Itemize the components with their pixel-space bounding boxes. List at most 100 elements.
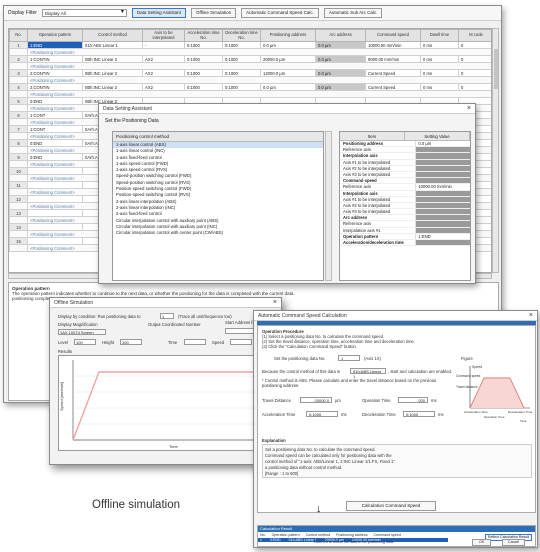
setting-value[interactable] (415, 209, 470, 215)
cell-dec[interactable]: 0:1000 (222, 55, 261, 63)
calculation-command-speed-button[interactable]: Calculation Command Speed (346, 501, 436, 511)
cell-no[interactable]: 3 (9, 69, 28, 77)
positioning-comment[interactable]: <Positioning Comment> (27, 76, 491, 84)
setting-value[interactable] (415, 178, 470, 184)
cell-pattern[interactable]: 2:CONTIN (27, 69, 83, 77)
cell-addr[interactable]: 0.0 µm (260, 41, 316, 49)
acceleration-time-select[interactable]: 0:1000 (306, 411, 338, 417)
cell-no[interactable]: 15 (9, 237, 28, 245)
cell-acc[interactable]: 0:1000 (184, 69, 223, 77)
cell-mcode[interactable]: 0 (458, 55, 491, 63)
cell-acc[interactable]: 0:1000 (184, 83, 223, 91)
setting-value[interactable] (415, 147, 470, 153)
cell-pattern[interactable]: 1:CONT (27, 111, 83, 119)
cell-no[interactable]: 4 (9, 83, 28, 91)
table-vertical-scrollbar[interactable] (492, 28, 499, 273)
cell-addr[interactable]: 20000.0 µm (260, 55, 316, 63)
cell-pattern[interactable] (27, 209, 83, 217)
cell-pattern[interactable] (27, 181, 83, 189)
offline-simulation-button[interactable]: Offline Simulation (190, 8, 237, 18)
cell-mcode[interactable]: 0 (458, 41, 491, 49)
setting-value[interactable] (415, 196, 470, 202)
cell-addr[interactable]: 0.0 µm (260, 83, 316, 91)
setting-value[interactable] (415, 215, 470, 221)
cell-dec[interactable]: 0:1000 (222, 41, 261, 49)
positioning-comment[interactable]: <Positioning Comment> (27, 62, 491, 70)
cell-arc[interactable]: 0.0 µm (315, 55, 366, 63)
cell-pattern[interactable]: 1:CONT (27, 125, 83, 133)
cancel-button[interactable]: Cancel (502, 539, 526, 546)
cell-speed[interactable]: 9000.00 mm/min (365, 55, 421, 63)
cell-dec[interactable]: 0:1000 (222, 69, 261, 77)
cell-dwell[interactable]: 0 ms (420, 83, 459, 91)
setting-value[interactable] (415, 153, 470, 159)
osim-time-input[interactable] (184, 339, 206, 345)
control-method-list[interactable]: Positioning control method 1-axis linear… (112, 131, 324, 281)
cell-dec[interactable]: 0:1000 (222, 83, 261, 91)
cell-method[interactable]: 0Bh:INC Linear 2 (82, 69, 143, 77)
cell-no[interactable]: 10 (9, 167, 28, 175)
table-row[interactable]: 4 2:CONTIN 0Bh:INC Linear 2 AX2 0:1000 0:1000… (9, 83, 491, 91)
cell-no[interactable]: 6 (9, 111, 28, 119)
cell-mcode[interactable]: 0 (458, 69, 491, 77)
setting-value[interactable] (415, 159, 470, 165)
cell-pattern[interactable]: 0:END (27, 139, 83, 147)
setting-value[interactable] (415, 190, 470, 196)
pos-no-input[interactable]: 1 (338, 355, 360, 361)
setting-value[interactable]: 10000.00 mm/min (415, 184, 470, 190)
setting-value[interactable] (415, 171, 470, 178)
comment-row[interactable]: <Positioning Comment> (9, 62, 491, 70)
cell-interp[interactable]: AX2 (142, 69, 185, 77)
cell-method[interactable]: 0Bh:INC Linear 2 (82, 55, 143, 63)
cell-pattern[interactable]: 1:CONTIN (27, 55, 83, 63)
cell-interp[interactable]: AX2 (142, 55, 185, 63)
cell-speed[interactable]: 10000.00 mm/min (365, 41, 421, 49)
table-row[interactable]: 2 1:CONTIN 0Bh:INC Linear 2 AX2 0:1000 0:1000… (9, 55, 491, 63)
close-icon[interactable]: × (529, 312, 533, 319)
cell-no[interactable]: 5 (9, 97, 28, 105)
cell-pattern[interactable]: 0:END (27, 153, 83, 161)
cell-mcode[interactable]: 0 (458, 83, 491, 91)
setting-value[interactable] (415, 202, 470, 209)
cell-pattern[interactable] (27, 223, 83, 231)
cell-speed[interactable]: Current Speed (365, 83, 421, 91)
osim-speed-input[interactable] (230, 339, 252, 345)
close-icon[interactable]: × (467, 105, 471, 112)
positioning-comment[interactable]: <Positioning Comment> (27, 48, 491, 56)
cell-pattern[interactable]: 1:END (27, 41, 83, 49)
cell-pattern[interactable] (27, 237, 83, 245)
cell-acc[interactable]: 0:1000 (184, 41, 223, 49)
control-method-scrollbar[interactable] (325, 131, 332, 281)
cell-dwell[interactable]: 0 ms (420, 55, 459, 63)
cell-pattern[interactable]: 0:END (27, 97, 83, 105)
setting-value[interactable] (415, 165, 470, 171)
setting-value[interactable]: 0.0 µm (415, 141, 470, 147)
cell-no[interactable]: 1 (9, 41, 28, 49)
cell-method[interactable]: 01h:ABS Linear 1 (82, 41, 143, 49)
comment-row[interactable]: <Positioning Comment> (9, 76, 491, 84)
cell-addr[interactable]: 12000.0 µm (260, 69, 316, 77)
cell-speed[interactable]: Current Speed (365, 69, 421, 77)
display-filter-select[interactable]: Display All (41, 9, 127, 17)
deceleration-time-select[interactable]: 0:1000 (403, 411, 435, 417)
cell-no[interactable]: 13 (9, 209, 28, 217)
osim-level-input[interactable]: 100 (74, 339, 96, 345)
cell-no[interactable]: 7 (9, 125, 28, 133)
setting-value[interactable] (415, 240, 470, 246)
data-setting-assistant-button[interactable]: Data Setting Assistant (131, 8, 186, 18)
setting-value[interactable] (415, 227, 470, 233)
cell-interp[interactable]: AX2 (142, 83, 185, 91)
cell-acc[interactable]: 0:1000 (184, 55, 223, 63)
cell-no[interactable]: 2 (9, 55, 28, 63)
table-row[interactable]: 3 2:CONTIN 0Bh:INC Linear 2 AX2 0:1000 0:1000… (9, 69, 491, 77)
cell-arc[interactable]: 0.0 µm (315, 69, 366, 77)
cell-no[interactable]: 9 (9, 153, 28, 161)
cell-pattern[interactable] (27, 195, 83, 203)
cell-no[interactable]: 8 (9, 139, 28, 147)
cell-no[interactable]: 11 (9, 181, 28, 189)
cell-no[interactable]: 12 (9, 195, 28, 203)
setting-value[interactable] (415, 221, 470, 227)
cell-method[interactable]: 0Bh:INC Linear 2 (82, 83, 143, 91)
close-icon[interactable]: × (273, 299, 277, 306)
positioning-comment[interactable]: <Positioning Comment> (27, 90, 491, 98)
